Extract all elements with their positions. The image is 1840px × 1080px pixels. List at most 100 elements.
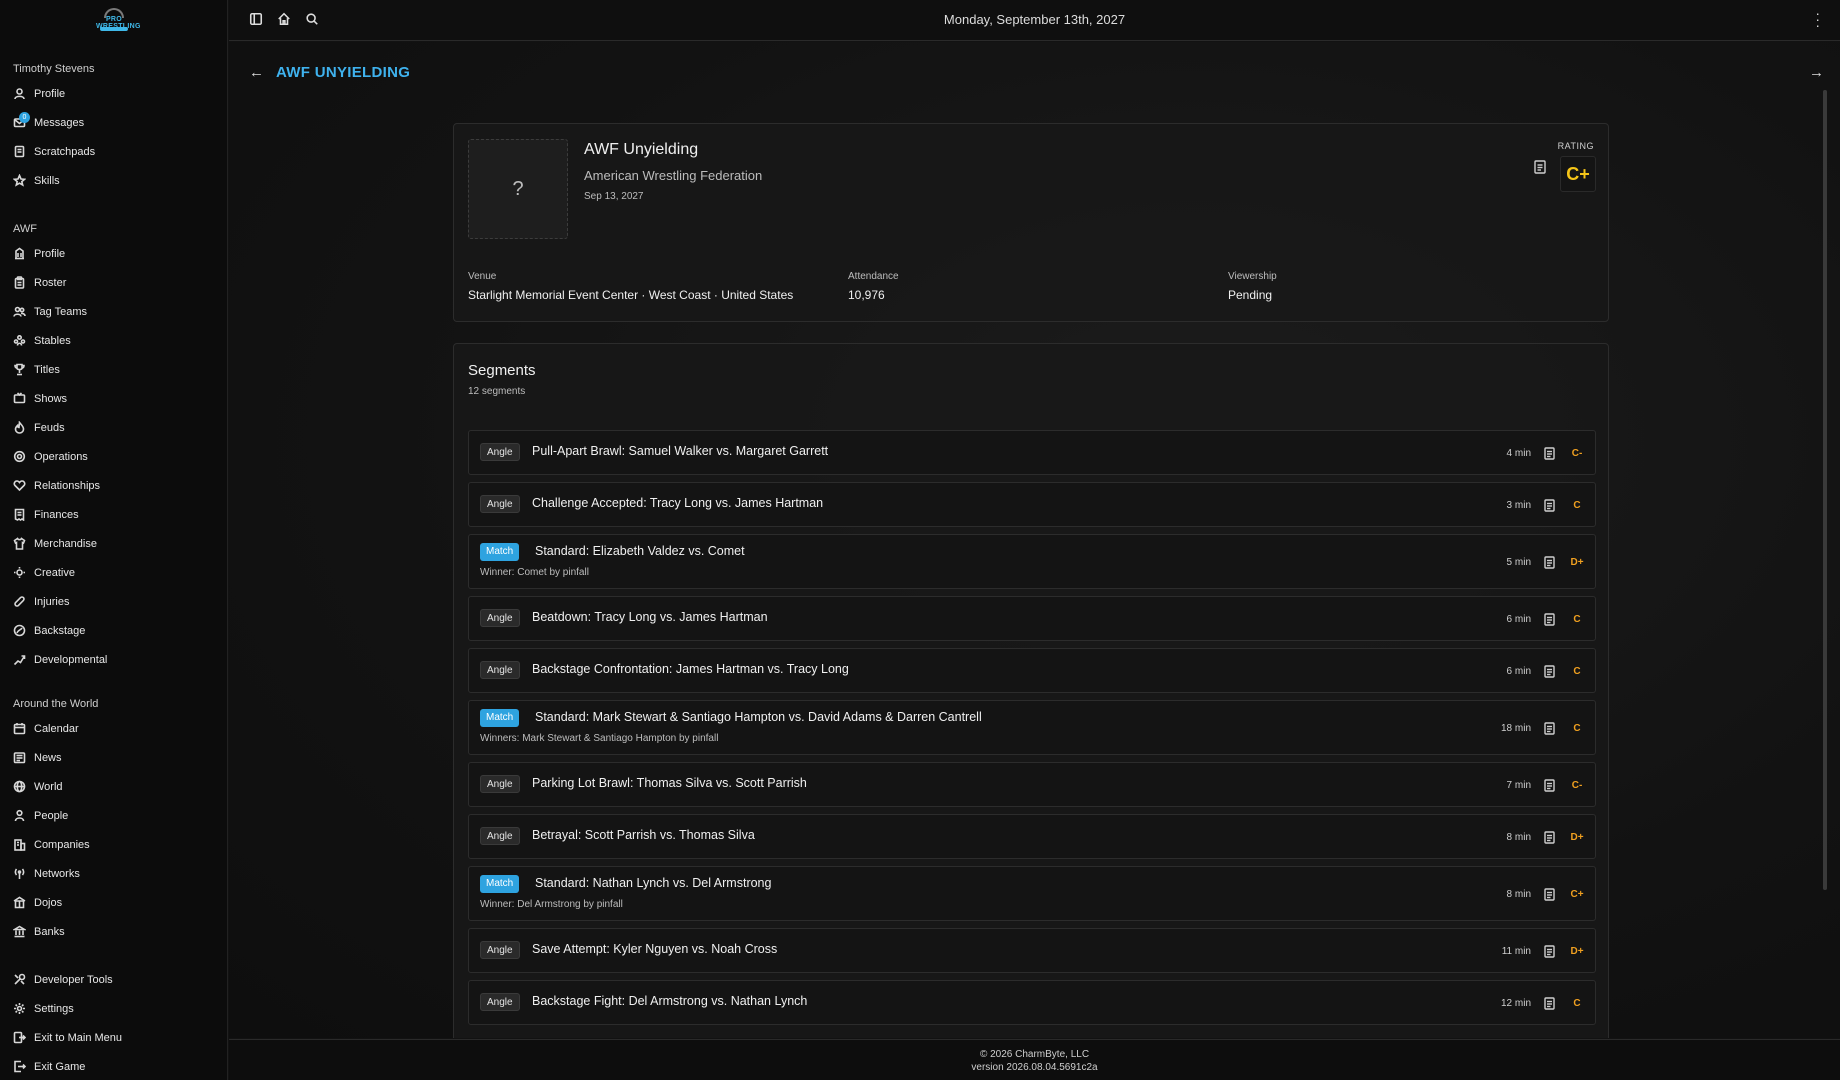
sidebar-item-label: Companies — [34, 838, 90, 851]
segment-row[interactable]: Match Standard: Nathan Lynch vs. Del Arms… — [468, 866, 1596, 921]
segment-duration: 12 min — [1500, 998, 1531, 1009]
game-logo[interactable]: PRO WRESTLING — [96, 8, 140, 36]
segment-notes-icon[interactable] — [1544, 997, 1555, 1010]
segment-notes-icon[interactable] — [1544, 665, 1555, 678]
group-title-world: Around the World — [13, 698, 99, 710]
sidebar-item-settings[interactable]: Settings — [0, 994, 227, 1023]
sidebar-item-relationships[interactable]: Relationships — [0, 471, 227, 500]
sidebar-item-label: Merchandise — [34, 537, 97, 550]
segment-row[interactable]: Angle Challenge Accepted: Tracy Long vs. … — [468, 482, 1596, 527]
segment-notes-icon[interactable] — [1544, 613, 1555, 626]
segment-notes-icon[interactable] — [1544, 779, 1555, 792]
sidebar-item-exit-to-main-menu[interactable]: Exit to Main Menu — [0, 1023, 227, 1052]
segment-type-badge: Angle — [480, 775, 520, 793]
sidebar-item-label: Creative — [34, 566, 75, 579]
sidebar-item-operations[interactable]: Operations — [0, 442, 227, 471]
sidebar-item-news[interactable]: News — [0, 743, 227, 772]
home-icon[interactable] — [277, 12, 293, 28]
sidebar-item-people[interactable]: People — [0, 801, 227, 830]
segment-row[interactable]: Angle Backstage Fight: Del Armstrong vs. … — [468, 980, 1596, 1025]
segment-type-badge: Angle — [480, 495, 520, 513]
sidebar-item-exit-game[interactable]: Exit Game — [0, 1052, 227, 1080]
sidebar-item-networks[interactable]: Networks — [0, 859, 227, 888]
segment-notes-icon[interactable] — [1544, 447, 1555, 460]
clipboard-icon — [13, 276, 26, 289]
sidebar-item-feuds[interactable]: Feuds — [0, 413, 227, 442]
segment-row[interactable]: Angle Beatdown: Tracy Long vs. James Hart… — [468, 596, 1596, 641]
shirt-icon — [13, 537, 26, 550]
sidebar-toggle-icon[interactable] — [249, 12, 265, 28]
scrollbar-thumb[interactable] — [1823, 90, 1827, 890]
segment-title: Backstage Confrontation: James Hartman v… — [532, 662, 849, 676]
segment-notes-icon[interactable] — [1544, 945, 1555, 958]
segment-row[interactable]: Angle Save Attempt: Kyler Nguyen vs. Noah… — [468, 928, 1596, 973]
sidebar-item-creative[interactable]: Creative — [0, 558, 227, 587]
show-company[interactable]: American Wrestling Federation — [584, 168, 762, 183]
sidebar-item-label: Developer Tools — [34, 973, 113, 986]
sidebar-item-world[interactable]: World — [0, 772, 227, 801]
sidebar-item-developmental[interactable]: Developmental — [0, 645, 227, 674]
topbar: Monday, September 13th, 2027 · · · — [229, 0, 1840, 41]
sidebar-item-titles[interactable]: Titles — [0, 355, 227, 384]
sidebar-item-injuries[interactable]: Injuries — [0, 587, 227, 616]
sidebar-item-shows[interactable]: Shows — [0, 384, 227, 413]
venue-stat: Venue Starlight Memorial Event Center · … — [468, 271, 793, 302]
bank-icon — [13, 925, 26, 938]
sidebar-item-messages[interactable]: Messages 0 — [0, 108, 227, 137]
tv-icon — [13, 392, 26, 405]
scrollbar[interactable] — [1823, 90, 1827, 890]
sidebar-item-label: People — [34, 809, 69, 822]
segment-row[interactable]: Angle Betrayal: Scott Parrish vs. Thomas … — [468, 814, 1596, 859]
sidebar-item-developer-tools[interactable]: Developer Tools — [0, 965, 227, 994]
segment-grade: D+ — [1570, 557, 1584, 568]
attendance-stat: Attendance 10,976 — [848, 271, 899, 302]
sidebar-item-stables[interactable]: Stables — [0, 326, 227, 355]
show-summary-card: ? AWF Unyielding American Wrestling Fede… — [453, 123, 1609, 322]
main-content: ← AWF UNYIELDING → ? AWF Unyielding Amer… — [229, 42, 1840, 1038]
sidebar-item-scratchpads[interactable]: Scratchpads — [0, 137, 227, 166]
version-text: version 2026.08.04.5691c2a — [971, 1062, 1098, 1073]
sidebar-item-merchandise[interactable]: Merchandise — [0, 529, 227, 558]
venue-label: Venue — [468, 271, 497, 282]
segment-type-badge: Match — [480, 543, 520, 561]
more-options-icon[interactable]: · · · — [1815, 6, 1820, 32]
sidebar-item-dojos[interactable]: Dojos — [0, 888, 227, 917]
forward-arrow-icon[interactable]: → — [1809, 64, 1824, 81]
sidebar-item-companies[interactable]: Companies — [0, 830, 227, 859]
segments-card: Segments 12 segments Angle Pull-Apart Bra… — [453, 343, 1609, 1038]
user-icon — [13, 87, 26, 100]
segment-row[interactable]: Match Standard: Elizabeth Valdez vs. Come… — [468, 534, 1596, 589]
sidebar-item-calendar[interactable]: Calendar — [0, 714, 227, 743]
copyright-text: © 2026 CharmByte, LLC — [979, 1049, 1090, 1060]
sidebar-item-profile[interactable]: Profile — [0, 239, 227, 268]
segment-notes-icon[interactable] — [1544, 888, 1555, 901]
back-arrow-icon[interactable]: ← — [249, 64, 264, 81]
search-icon[interactable] — [305, 12, 321, 28]
sidebar-item-finances[interactable]: Finances — [0, 500, 227, 529]
segment-notes-icon[interactable] — [1544, 499, 1555, 512]
segment-row[interactable]: Match Standard: Mark Stewart & Santiago H… — [468, 700, 1596, 755]
segment-duration: 4 min — [1506, 448, 1531, 459]
sidebar-item-profile[interactable]: Profile — [0, 79, 227, 108]
segment-row[interactable]: Angle Backstage Confrontation: James Hart… — [468, 648, 1596, 693]
segment-notes-icon[interactable] — [1544, 831, 1555, 844]
group-icon — [13, 334, 26, 347]
star-icon — [13, 174, 26, 187]
sidebar-item-label: Backstage — [34, 624, 86, 637]
segment-title: Standard: Nathan Lynch vs. Del Armstrong — [535, 876, 772, 890]
segment-notes-icon[interactable] — [1544, 556, 1555, 569]
notes-icon[interactable] — [1534, 160, 1546, 174]
segment-row[interactable]: Angle Parking Lot Brawl: Thomas Silva vs.… — [468, 762, 1596, 807]
segment-duration: 6 min — [1506, 614, 1531, 625]
sidebar-item-banks[interactable]: Banks — [0, 917, 227, 946]
sidebar-item-backstage[interactable]: Backstage — [0, 616, 227, 645]
segment-duration: 18 min — [1500, 723, 1531, 734]
sidebar-item-skills[interactable]: Skills — [0, 166, 227, 195]
exit-icon — [13, 1060, 26, 1073]
venue-value[interactable]: Starlight Memorial Event Center · West C… — [468, 288, 793, 302]
sidebar-item-label: Titles — [34, 363, 60, 376]
segment-row[interactable]: Angle Pull-Apart Brawl: Samuel Walker vs.… — [468, 430, 1596, 475]
sidebar-item-tag-teams[interactable]: Tag Teams — [0, 297, 227, 326]
segment-notes-icon[interactable] — [1544, 722, 1555, 735]
sidebar-item-roster[interactable]: Roster — [0, 268, 227, 297]
